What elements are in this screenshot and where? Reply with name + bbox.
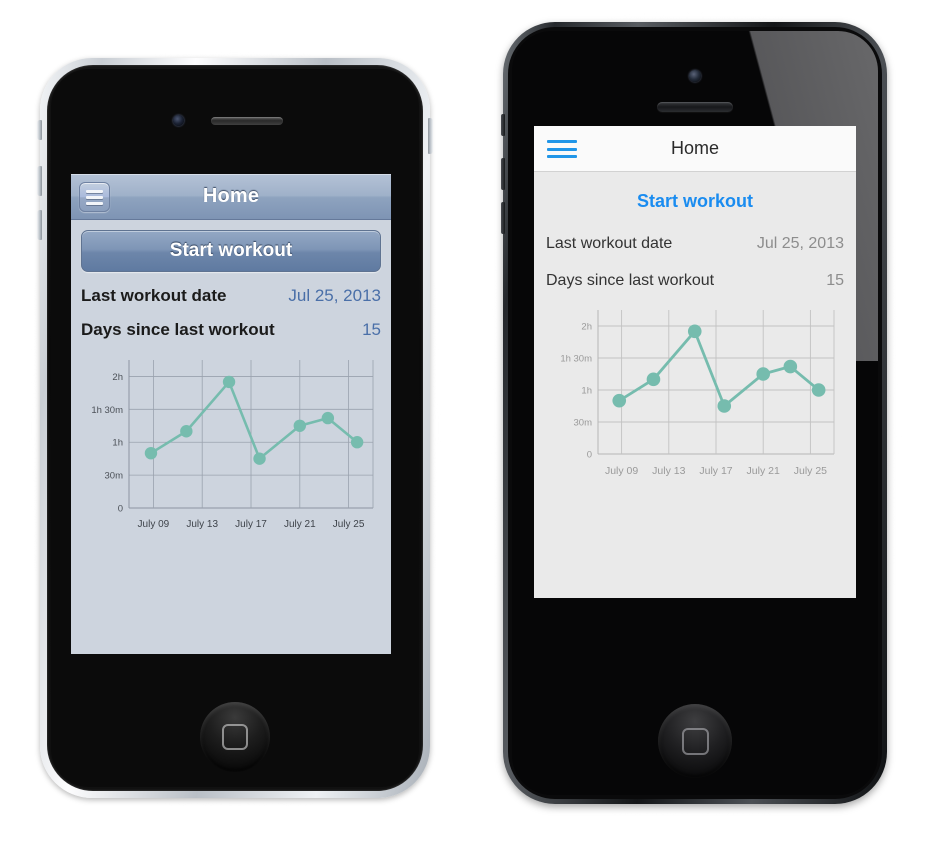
row-value: Jul 25, 2013 (756, 235, 844, 252)
volume-down-button[interactable] (501, 202, 505, 234)
svg-text:July 25: July 25 (333, 519, 365, 530)
start-workout-link[interactable]: Start workout (546, 172, 844, 216)
hamburger-bar (86, 201, 103, 205)
row-days-since-last-workout: Days since last workout 15 (546, 253, 844, 290)
svg-text:1h 30m: 1h 30m (560, 354, 592, 365)
earpiece-speaker (211, 117, 283, 125)
svg-text:1h: 1h (581, 386, 592, 397)
row-label: Last workout date (546, 235, 673, 252)
hamburger-bar (547, 147, 577, 151)
app-header-ios6: Home (71, 174, 391, 220)
page-title: Home (202, 185, 260, 207)
svg-text:30m: 30m (105, 471, 124, 482)
chart-svg: 0 30m 1h 1h 30m 2h July 09 July 13 July 17 July … (91, 360, 374, 530)
row-days-since-last-workout: Days since last workout 15 (81, 306, 381, 340)
row-last-workout-date: Last workout date Jul 25, 2013 (81, 272, 381, 306)
hamburger-bar (86, 195, 103, 199)
svg-text:July 21: July 21 (747, 465, 780, 477)
hamburger-bar (547, 155, 577, 158)
svg-text:July 13: July 13 (186, 519, 218, 530)
svg-text:July 25: July 25 (794, 465, 827, 477)
home-button[interactable] (658, 704, 732, 778)
screen-ios7: Home Start workout Last workout date Jul… (534, 126, 856, 598)
front-camera-icon (689, 70, 701, 82)
svg-text:0: 0 (118, 504, 123, 515)
workout-duration-chart-ios7: 0 30m 1h 1h 30m 2h July 09 July 13 July 17 July … (546, 290, 844, 494)
hamburger-bar (86, 189, 103, 193)
svg-text:July 17: July 17 (699, 465, 732, 477)
page-title: Home (670, 138, 719, 158)
row-label: Days since last workout (546, 272, 715, 289)
volume-up-button[interactable] (37, 166, 42, 196)
svg-text:July 13: July 13 (652, 465, 685, 477)
svg-text:July 17: July 17 (235, 519, 267, 530)
mute-switch[interactable] (501, 114, 505, 136)
svg-text:July 21: July 21 (284, 519, 316, 530)
start-workout-button[interactable]: Start workout (81, 230, 381, 272)
svg-text:1h: 1h (112, 438, 123, 449)
svg-text:30m: 30m (574, 418, 593, 429)
hamburger-bar (547, 140, 577, 143)
svg-text:0: 0 (587, 450, 592, 461)
power-button[interactable] (428, 118, 433, 154)
svg-text:2h: 2h (581, 322, 592, 333)
home-square-icon (222, 724, 248, 750)
svg-text:2h: 2h (112, 372, 123, 383)
row-value: 15 (826, 272, 844, 289)
home-button[interactable] (200, 702, 270, 772)
row-value: 15 (362, 320, 381, 339)
iphone5-mockup: Home Start workout Last workout date Jul… (496, 15, 894, 811)
mute-switch[interactable] (37, 120, 42, 140)
row-value: Jul 25, 2013 (288, 286, 381, 305)
app-header-ios7: Home (534, 126, 856, 172)
hamburger-icon[interactable] (547, 140, 577, 158)
home-square-icon (681, 727, 709, 755)
front-camera-icon (173, 115, 184, 126)
svg-text:July 09: July 09 (605, 465, 638, 477)
volume-up-button[interactable] (501, 158, 505, 190)
svg-text:1h 30m: 1h 30m (91, 405, 123, 416)
workout-duration-chart-ios6: 0 30m 1h 1h 30m 2h July 09 July 13 July 17 July … (81, 340, 381, 548)
row-label: Last workout date (81, 286, 227, 305)
volume-down-button[interactable] (37, 210, 42, 240)
iphone4-mockup: Home Start workout Last workout date Jul… (34, 52, 436, 804)
chart-svg: 0 30m 1h 1h 30m 2h July 09 July 13 July 17 July … (560, 310, 835, 477)
svg-text:July 09: July 09 (138, 519, 170, 530)
screen-ios6: Home Start workout Last workout date Jul… (71, 174, 391, 654)
row-label: Days since last workout (81, 320, 275, 339)
hamburger-icon[interactable] (79, 182, 110, 212)
row-last-workout-date: Last workout date Jul 25, 2013 (546, 216, 844, 253)
app-content-ios6: Start workout Last workout date Jul 25, … (71, 220, 391, 654)
earpiece-speaker (657, 102, 733, 112)
app-content-ios7: Start workout Last workout date Jul 25, … (534, 172, 856, 598)
